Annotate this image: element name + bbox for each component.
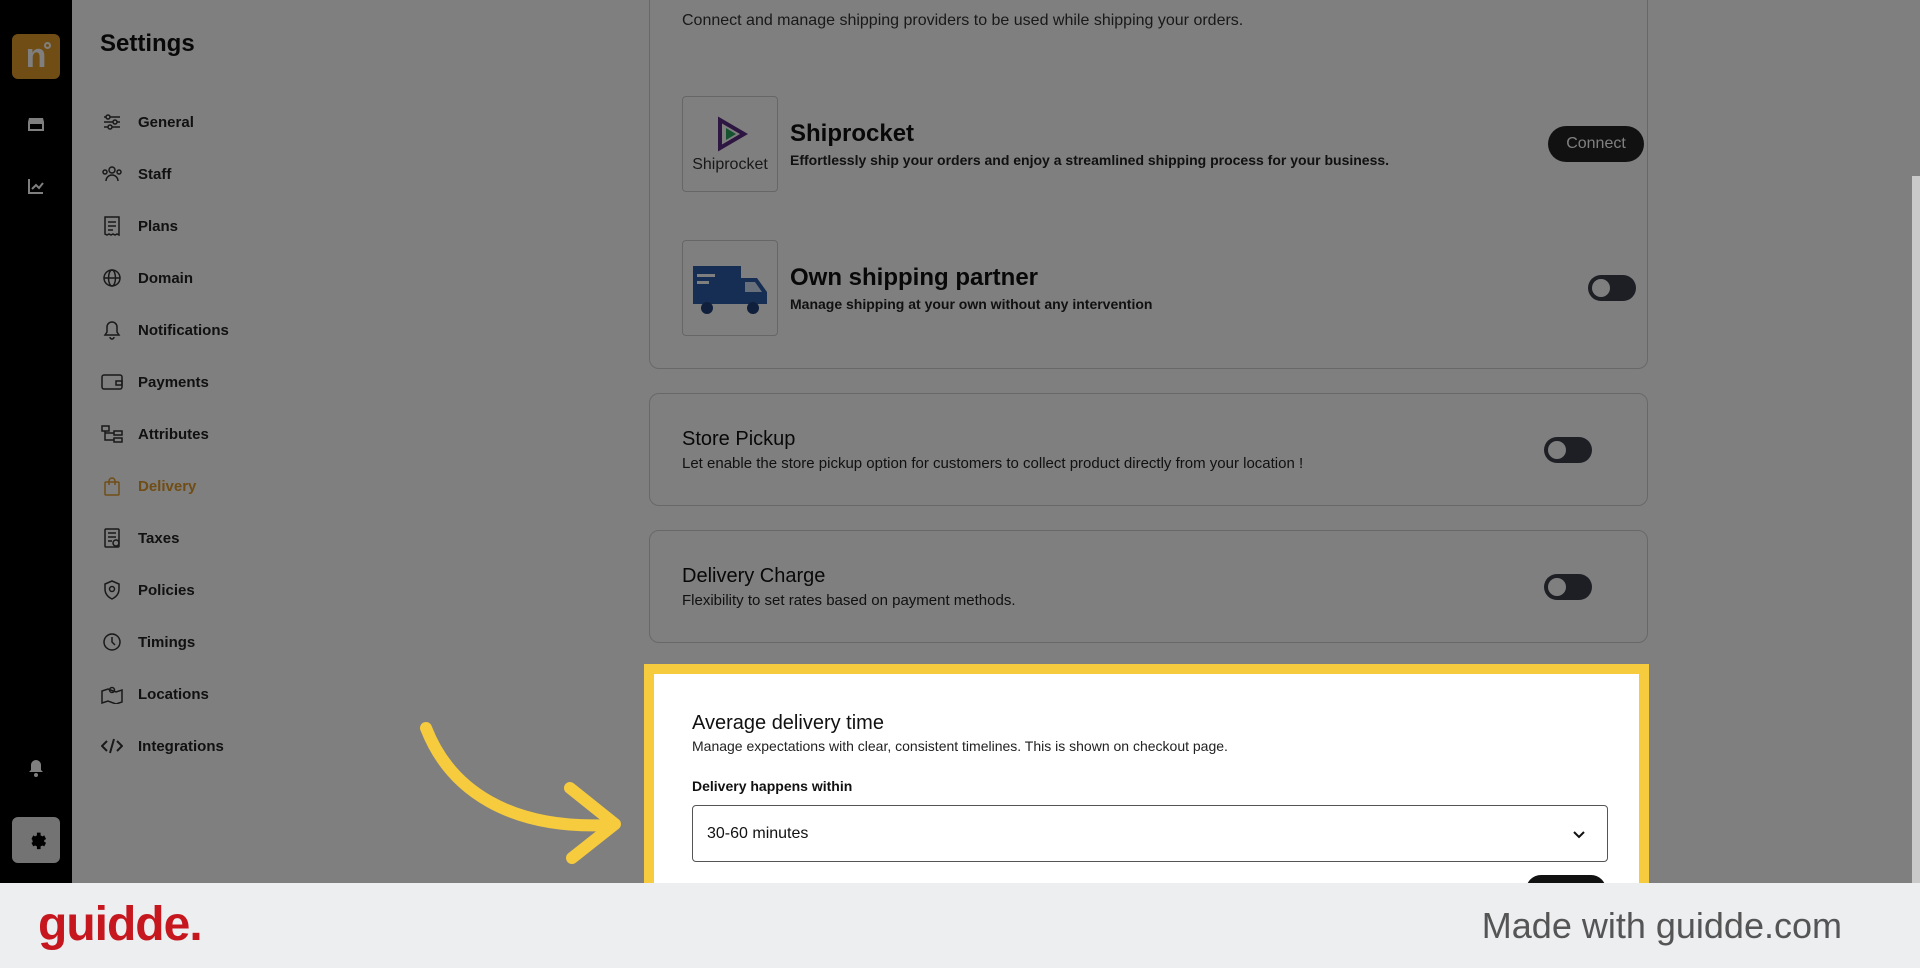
delivery-charge-toggle[interactable]	[1544, 574, 1592, 600]
own-shipping-toggle[interactable]	[1588, 275, 1636, 301]
store-pickup-toggle[interactable]	[1544, 437, 1592, 463]
store-pickup-description: Let enable the store pickup option for c…	[682, 455, 1304, 472]
sidebar-item-label: Domain	[138, 269, 194, 287]
sidebar-item-label: Payments	[138, 373, 209, 391]
provider-description: Manage shipping at your own without any …	[790, 296, 1153, 312]
provider-title: Shiprocket	[790, 120, 915, 147]
sidebar-item-label: Delivery	[138, 477, 197, 495]
sidebar-item-staff[interactable]: Staff	[100, 148, 370, 200]
delivery-time-select[interactable]: 30-60 minutes	[692, 805, 1608, 862]
provider-title: Own shipping partner	[790, 264, 1039, 291]
hierarchy-icon	[100, 422, 124, 446]
sidebar-item-taxes[interactable]: Taxes	[100, 512, 370, 564]
delivery-charge-card: Delivery Charge Flexibility to set rates…	[649, 530, 1648, 643]
sidebar-item-domain[interactable]: Domain	[100, 252, 370, 304]
store-pickup-card: Store Pickup Let enable the store pickup…	[649, 393, 1648, 506]
sidebar-item-integrations[interactable]: Integrations	[100, 720, 370, 772]
receipt-icon	[100, 214, 124, 238]
sidebar-item-label: General	[138, 113, 194, 131]
sidebar-item-delivery[interactable]: Delivery	[100, 460, 370, 512]
avg-delivery-title: Average delivery time	[692, 712, 884, 734]
avg-delivery-section: Average delivery time Manage expectation…	[644, 664, 1649, 883]
wallet-icon	[100, 370, 124, 394]
sidebar-item-label: Locations	[138, 685, 209, 703]
shiprocket-logo: Shiprocket	[682, 96, 778, 192]
bag-icon	[100, 474, 124, 498]
provider-own-shipping: Own shipping partner Manage shipping at …	[682, 240, 1644, 336]
sidebar-item-label: Notifications	[138, 321, 229, 339]
clock-icon	[100, 630, 124, 654]
truck-icon	[682, 240, 778, 336]
app-logo[interactable]: n	[12, 34, 60, 79]
made-with-text: Made with guidde.com	[1481, 905, 1842, 946]
avg-delivery-description: Manage expectations with clear, consiste…	[692, 738, 1228, 754]
guide-arrow-icon	[420, 722, 621, 864]
settings-button[interactable]	[12, 817, 60, 863]
delivery-charge-description: Flexibility to set rates based on paymen…	[682, 592, 1016, 609]
delivery-charge-title: Delivery Charge	[682, 565, 826, 587]
sidebar-title: Settings	[100, 30, 195, 57]
sidebar-item-label: Attributes	[138, 425, 209, 443]
shield-icon	[100, 578, 124, 602]
sliders-icon	[100, 110, 124, 134]
sidebar-item-label: Integrations	[138, 737, 224, 755]
gear-icon	[31, 832, 47, 850]
sidebar-item-attributes[interactable]: Attributes	[100, 408, 370, 460]
sidebar-item-notifications[interactable]: Notifications	[100, 304, 370, 356]
save-button[interactable]	[1526, 875, 1606, 883]
delivery-time-value: 30-60 minutes	[707, 824, 809, 842]
sidebar-item-label: Taxes	[138, 529, 180, 547]
app-rail: n	[0, 0, 72, 883]
provider-description: Effortlessly ship your orders and enjoy …	[790, 152, 1390, 168]
settings-sidebar: Settings General Staff Plans Domain Noti…	[72, 0, 385, 883]
sidebar-item-policies[interactable]: Policies	[100, 564, 370, 616]
sidebar-item-payments[interactable]: Payments	[100, 356, 370, 408]
chart-line-icon[interactable]	[24, 174, 48, 198]
bell-icon	[100, 318, 124, 342]
sidebar-item-locations[interactable]: Locations	[100, 668, 370, 720]
tax-receipt-icon	[100, 526, 124, 550]
chevron-down-icon	[1573, 831, 1585, 839]
provider-shiprocket: Shiprocket Shiprocket Effortlessly ship …	[682, 96, 1644, 192]
users-icon	[100, 162, 124, 186]
sidebar-item-timings[interactable]: Timings	[100, 616, 370, 668]
shiprocket-logo-text: Shiprocket	[692, 156, 768, 173]
sidebar-item-label: Plans	[138, 217, 179, 235]
bell-icon[interactable]	[24, 756, 48, 780]
sidebar-item-label: Policies	[138, 581, 195, 599]
sidebar-item-plans[interactable]: Plans	[100, 200, 370, 252]
guidde-logo: guidde.	[38, 898, 203, 951]
code-icon	[100, 734, 124, 758]
connect-button[interactable]: Connect	[1548, 126, 1644, 162]
guidde-footer: guidde. Made with guidde.com	[0, 883, 1920, 968]
map-icon	[100, 682, 124, 706]
store-pickup-title: Store Pickup	[682, 428, 796, 450]
sidebar-item-label: Staff	[138, 165, 172, 183]
shipping-subtitle: Connect and manage shipping providers to…	[682, 12, 1244, 29]
delivery-within-label: Delivery happens within	[692, 778, 853, 794]
settings-nav: General Staff Plans Domain Notifications…	[100, 96, 370, 772]
store-icon[interactable]	[24, 112, 48, 136]
sidebar-item-label: Timings	[138, 633, 196, 651]
globe-icon	[100, 266, 124, 290]
scrollbar[interactable]	[1912, 176, 1920, 883]
sidebar-item-general[interactable]: General	[100, 96, 370, 148]
